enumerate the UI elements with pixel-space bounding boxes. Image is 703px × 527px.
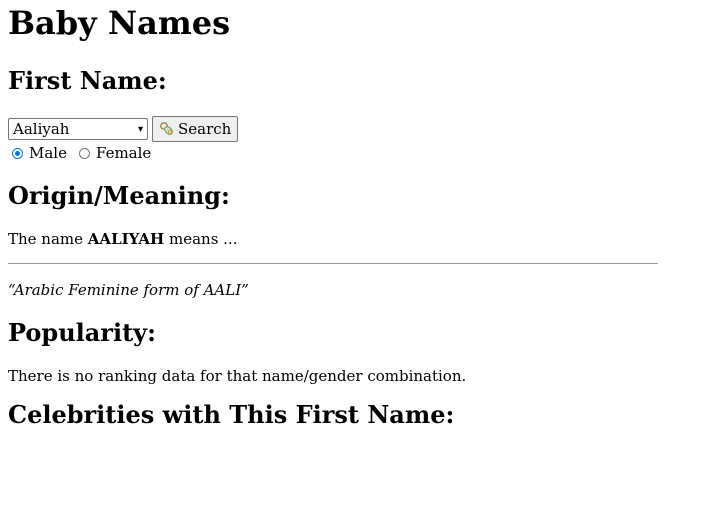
- first-name-select-value: Aaliyah: [13, 120, 70, 138]
- meaning-prefix: The name: [8, 230, 84, 248]
- page-title: Baby Names: [8, 4, 231, 42]
- divider: [8, 263, 658, 264]
- page-content: Baby Names First Name: Aaliyah ▾ Search …: [8, 0, 658, 430]
- male-radio-label[interactable]: Male: [29, 144, 67, 162]
- gender-radio-group: Male Female: [8, 143, 658, 163]
- first-name-select[interactable]: Aaliyah ▾: [8, 118, 148, 140]
- meaning-name: AALIYAH: [87, 230, 165, 248]
- first-name-heading: First Name:: [8, 66, 167, 95]
- origin-meaning-heading: Origin/Meaning:: [8, 181, 230, 210]
- meaning-suffix: means ...: [168, 230, 238, 248]
- chevron-down-icon: ▾: [137, 123, 143, 135]
- ranking-text: There is no ranking data for that name/g…: [8, 367, 467, 385]
- female-radio-label[interactable]: Female: [96, 144, 151, 162]
- male-radio[interactable]: [12, 147, 23, 159]
- celebrities-heading: Celebrities with This First Name:: [8, 400, 455, 429]
- female-radio[interactable]: [78, 147, 90, 159]
- search-button[interactable]: Search: [152, 116, 239, 142]
- search-row: Aaliyah ▾ Search: [8, 116, 658, 142]
- popularity-heading: Popularity:: [8, 318, 156, 347]
- meaning-intro: The name AALIYAH means ...: [8, 229, 658, 249]
- pacifier-icon: [159, 121, 175, 137]
- meaning-quote: “Arabic Feminine form of AALI”: [8, 281, 249, 299]
- search-button-label: Search: [178, 120, 232, 138]
